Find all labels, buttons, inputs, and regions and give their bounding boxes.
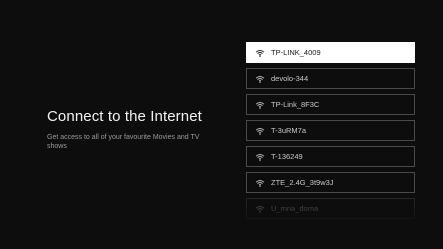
network-item[interactable]: T-136249 [246, 146, 415, 167]
wifi-icon [255, 179, 265, 187]
page-title: Connect to the Internet [47, 108, 202, 125]
network-ssid: T-136249 [271, 152, 303, 161]
intro-panel: Connect to the Internet Get access to al… [47, 108, 232, 151]
network-list: TP-LINK_4009 devolo-344 TP-Link_8F3C T-3… [246, 42, 415, 222]
network-ssid: U_mna_doma [271, 204, 319, 213]
wifi-icon [255, 127, 265, 135]
wifi-icon [255, 101, 265, 109]
network-ssid: T-3uRM7a [271, 126, 307, 135]
page-subtitle: Get access to all of your favourite Movi… [47, 134, 200, 150]
network-item[interactable]: TP-LINK_4009 [246, 42, 415, 63]
network-item[interactable]: ZTE_2.4G_3t9w3J [246, 172, 415, 193]
network-item[interactable]: devolo-344 [246, 68, 415, 89]
wifi-icon [255, 153, 265, 161]
network-item[interactable]: T-3uRM7a [246, 120, 415, 141]
network-item[interactable]: TP-Link_8F3C [246, 94, 415, 115]
network-ssid: TP-Link_8F3C [271, 100, 320, 109]
network-ssid: TP-LINK_4009 [271, 48, 321, 57]
wifi-icon [255, 205, 265, 213]
network-item[interactable]: U_mna_doma [246, 198, 415, 219]
wifi-icon [255, 75, 265, 83]
network-ssid: devolo-344 [271, 74, 309, 83]
network-ssid: ZTE_2.4G_3t9w3J [271, 178, 334, 187]
wifi-icon [255, 49, 265, 57]
wifi-setup-screen: Connect to the Internet Get access to al… [0, 0, 443, 249]
